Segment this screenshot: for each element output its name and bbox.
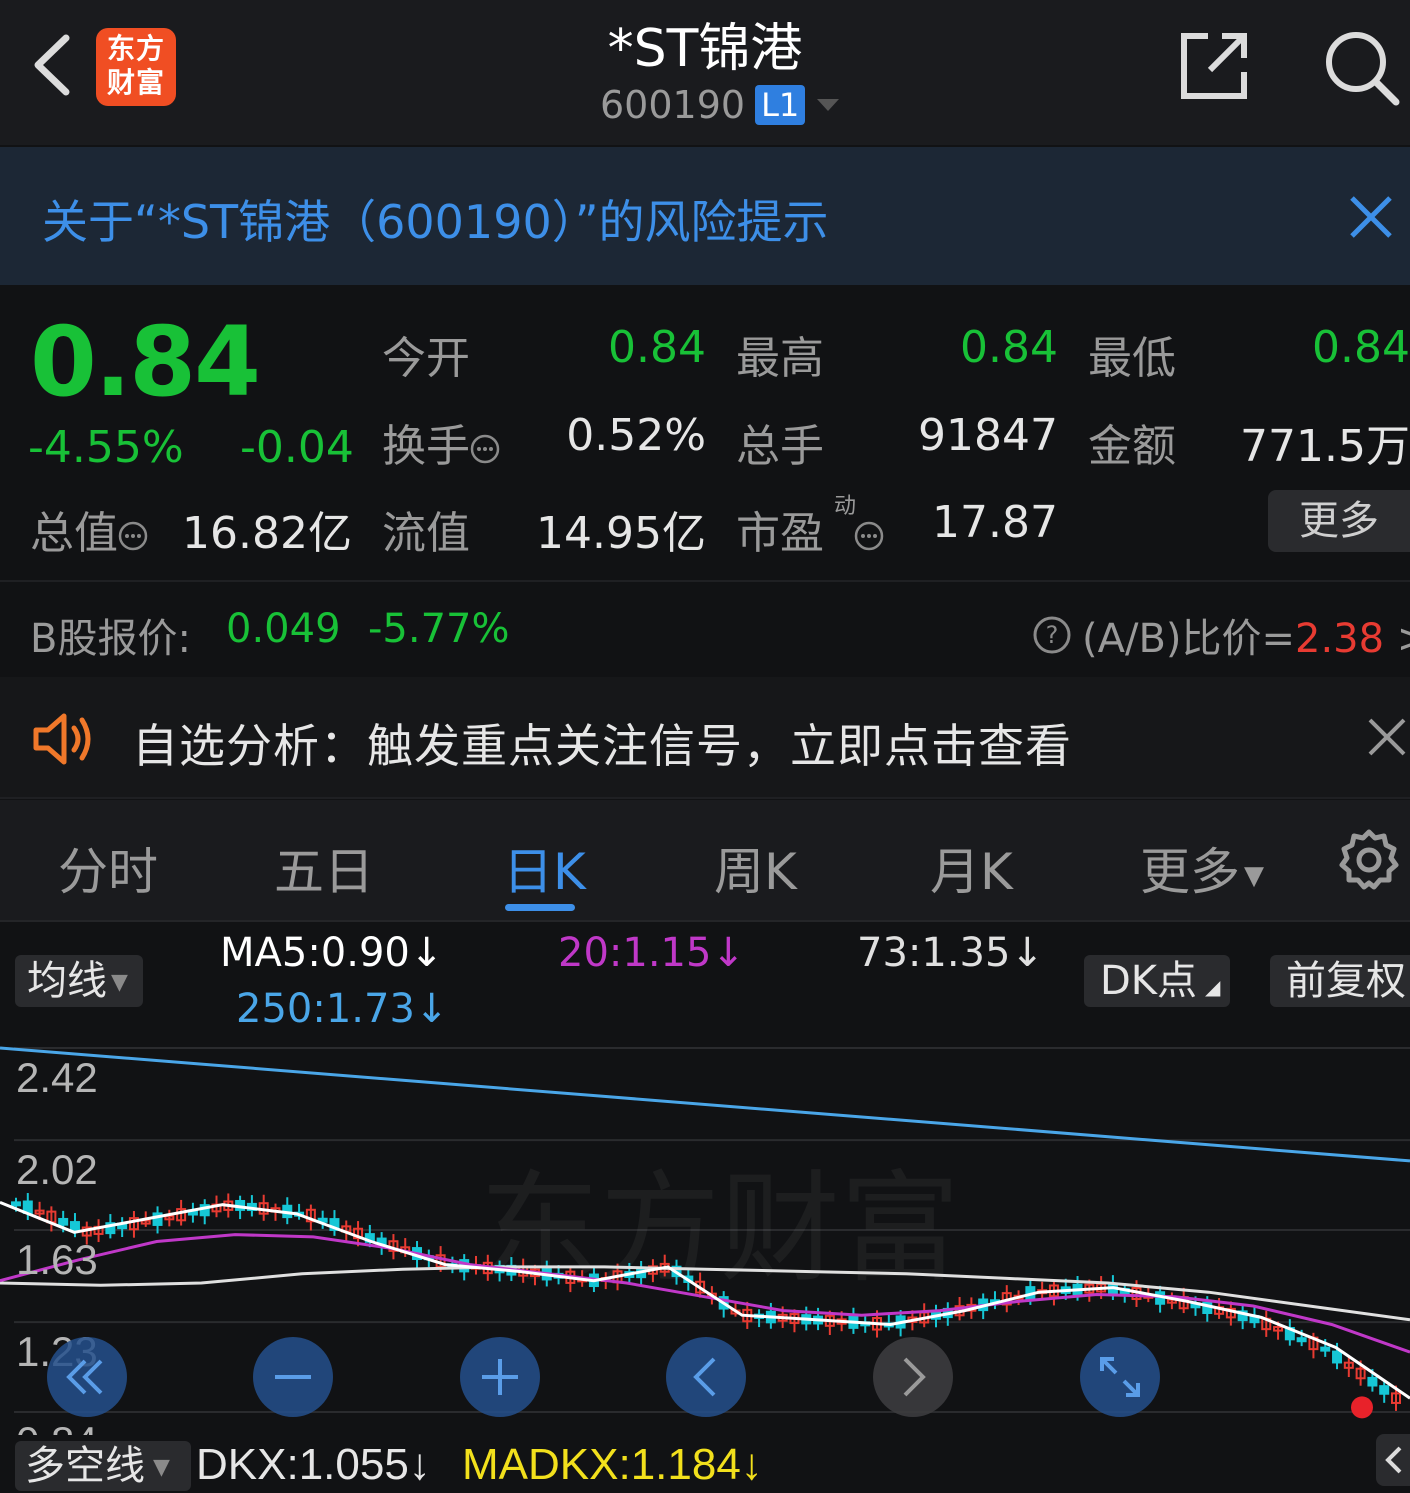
close-icon[interactable] xyxy=(1366,716,1408,758)
high-label: 最高 xyxy=(736,333,824,384)
change-amount: -0.04 xyxy=(240,422,354,473)
fast-back-button[interactable] xyxy=(47,1337,127,1417)
ab-ratio-label: (A/B)比价= xyxy=(1082,616,1296,662)
ma250-line xyxy=(0,1046,1410,1163)
ma73-value: 73:1.35↓ xyxy=(857,930,1044,976)
gear-icon[interactable] xyxy=(1338,828,1400,890)
ab-ratio-value: 2.38 xyxy=(1295,616,1385,662)
b-share-pct: -5.77% xyxy=(368,606,510,652)
watermark: 东方财富 xyxy=(480,1160,960,1299)
last-price-marker xyxy=(1351,1396,1373,1419)
dk-point-button[interactable]: DK点 ◢ xyxy=(1084,955,1230,1007)
risk-banner-text[interactable]: 关于“*ST锦港（600190）”的风险提示 xyxy=(42,186,829,252)
caret-down-icon: ▼ xyxy=(1244,860,1264,891)
candle-body xyxy=(1332,1350,1343,1364)
ab-ratio[interactable]: ? (A/B)比价=2.38 > xyxy=(1032,606,1410,664)
pe-value: 17.87 xyxy=(932,497,1058,548)
active-tab-indicator xyxy=(505,904,575,911)
prev-button[interactable] xyxy=(666,1337,746,1417)
market-cap-value: 16.82亿 xyxy=(182,508,352,559)
collapse-panel-button[interactable] xyxy=(1376,1434,1410,1486)
candle-body xyxy=(1296,1337,1307,1343)
open-label: 今开 xyxy=(382,333,470,384)
candle-body xyxy=(1320,1346,1331,1352)
chevron-left-icon xyxy=(1385,1446,1402,1474)
ab-ratio-arrow: > xyxy=(1397,616,1410,662)
info-icon[interactable] xyxy=(854,521,884,551)
zoom-in-button[interactable] xyxy=(460,1337,540,1417)
amount-value: 771.5万 xyxy=(1240,421,1410,472)
ma250-value: 250:1.73↓ xyxy=(236,986,449,1032)
ma-selector[interactable]: 均线 ▼ xyxy=(15,955,143,1007)
tab-intraday[interactable]: 分时 xyxy=(58,832,158,904)
search-icon[interactable] xyxy=(1322,28,1400,106)
tab-more[interactable]: 更多 ▼ xyxy=(1140,832,1264,904)
close-icon[interactable] xyxy=(1346,192,1396,242)
last-price: 0.84 xyxy=(30,306,261,418)
last-price-dot xyxy=(1351,1396,1373,1419)
more-quote-button[interactable]: 更多 xyxy=(1268,490,1410,552)
market-cap-label[interactable]: 总值 xyxy=(30,497,148,561)
y-tick-label: 2.42 xyxy=(16,1054,98,1101)
low-value: 0.84 xyxy=(1312,322,1410,373)
fullscreen-button[interactable] xyxy=(1080,1337,1160,1417)
candle-body xyxy=(1379,1385,1390,1395)
turnover-value: 0.52% xyxy=(566,410,706,461)
y-tick-label: 0.84 xyxy=(16,1418,98,1435)
dropdown-caret-icon xyxy=(817,99,840,111)
share-icon[interactable] xyxy=(1178,30,1250,102)
zoom-out-icon xyxy=(275,1375,311,1379)
next-icon xyxy=(903,1357,926,1397)
announcement-text[interactable]: 自选分析：触发重点关注信号，立即点击查看 xyxy=(132,710,1072,776)
y-tick-label: 1.63 xyxy=(16,1236,98,1283)
level-badge: L1 xyxy=(755,85,806,125)
b-share-price: 0.049 xyxy=(226,606,341,652)
turnover-label[interactable]: 换手 xyxy=(382,410,500,474)
change-percent: -4.55% xyxy=(28,422,184,473)
tab-weekly-k[interactable]: 周K xyxy=(714,832,797,904)
svg-text:?: ? xyxy=(1046,621,1059,649)
volume-label: 总手 xyxy=(736,421,824,472)
b-share-label: B股报价: xyxy=(30,616,191,662)
zoom-out-button[interactable] xyxy=(253,1337,333,1417)
price-adjust-button[interactable]: 前复权 xyxy=(1270,955,1410,1007)
low-label: 最低 xyxy=(1088,333,1176,384)
amount-label: 金额 xyxy=(1088,421,1176,472)
float-cap-value: 14.95亿 xyxy=(536,508,706,559)
candle-body xyxy=(11,1201,21,1207)
ma20-value: 20:1.15↓ xyxy=(558,930,745,976)
tab-monthly-k[interactable]: 月K xyxy=(930,832,1013,904)
tab-daily-k[interactable]: 日K xyxy=(503,832,586,904)
candle-body xyxy=(1367,1376,1378,1387)
info-icon[interactable] xyxy=(118,521,148,551)
pe-dynamic-superscript: 动 xyxy=(834,494,857,519)
fullscreen-icon xyxy=(1100,1357,1140,1397)
ma5-value: MA5:0.90↓ xyxy=(220,930,444,976)
high-value: 0.84 xyxy=(960,322,1058,373)
help-icon[interactable]: ? xyxy=(1032,615,1072,655)
info-icon[interactable] xyxy=(470,434,500,464)
candle-body xyxy=(58,1217,69,1226)
prev-icon xyxy=(693,1357,716,1397)
zoom-in-icon xyxy=(482,1359,518,1395)
volume-value: 91847 xyxy=(918,410,1058,461)
float-cap-label: 流值 xyxy=(382,508,470,559)
indicator-selector[interactable]: 多空线 ▼ xyxy=(15,1441,191,1491)
y-tick-label: 2.02 xyxy=(16,1146,98,1193)
speaker-icon xyxy=(33,713,91,765)
stock-code-row[interactable]: 600190 L1 xyxy=(600,80,841,130)
stock-code: 600190 xyxy=(600,83,746,127)
fast-back-icon xyxy=(66,1359,103,1395)
next-button[interactable] xyxy=(873,1337,953,1417)
tab-five-day[interactable]: 五日 xyxy=(274,832,374,904)
open-value: 0.84 xyxy=(608,322,706,373)
pe-label[interactable]: 市盈 xyxy=(736,497,884,561)
